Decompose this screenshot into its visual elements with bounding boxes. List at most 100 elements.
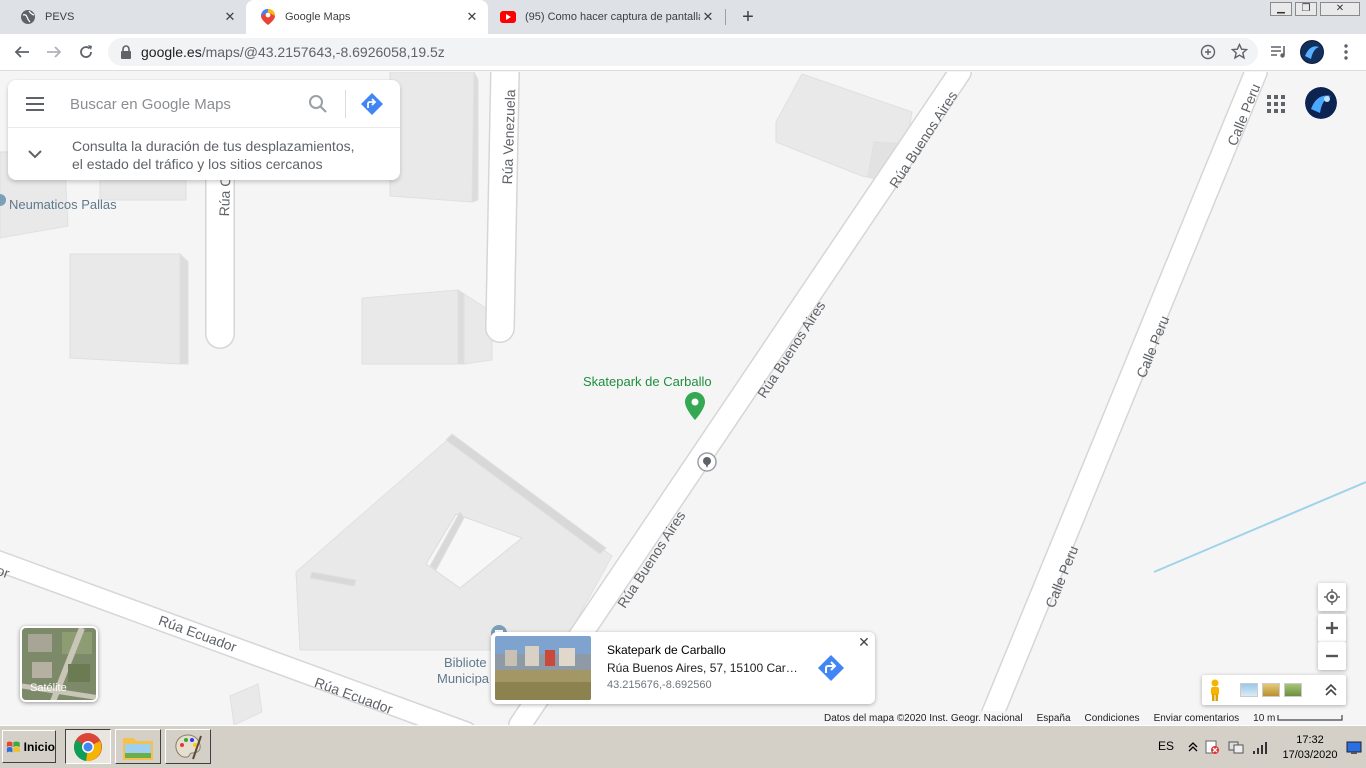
- close-tab-icon[interactable]: ✕: [700, 9, 716, 25]
- tray-expand-icon[interactable]: [1188, 741, 1198, 753]
- street-view-thumb-park[interactable]: [1284, 683, 1302, 697]
- back-button[interactable]: [12, 42, 32, 62]
- street-view-bar: [1202, 675, 1346, 705]
- search-divider: [345, 90, 346, 118]
- address-bar[interactable]: google.es/maps/@43.2157643,-8.6926058,19…: [108, 38, 1258, 66]
- new-tab-button[interactable]: +: [738, 7, 758, 27]
- terms-link[interactable]: Condiciones: [1085, 713, 1140, 724]
- arrow-left-icon: [14, 46, 29, 58]
- media-queue-icon[interactable]: [1269, 42, 1289, 62]
- tab-title: PEVS: [45, 11, 75, 23]
- skatepark-pin-icon[interactable]: [685, 392, 705, 425]
- reload-button[interactable]: [76, 42, 96, 62]
- bookmark-star-icon[interactable]: [1230, 42, 1249, 65]
- forward-button[interactable]: [44, 42, 64, 62]
- show-desktop-icon[interactable]: [1346, 741, 1362, 755]
- hamburger-menu-icon[interactable]: [25, 96, 45, 112]
- satellite-label: Satélite: [30, 682, 67, 694]
- pegman-icon[interactable]: [1208, 679, 1222, 701]
- satellite-layer-button[interactable]: Satélite: [20, 626, 98, 702]
- map-attribution: Datos del mapa ©2020 Inst. Geogr. Nacion…: [818, 711, 1366, 725]
- tab-title: (95) Como hacer captura de pantalla: [525, 11, 700, 23]
- street-view-thumb-field[interactable]: [1262, 683, 1280, 697]
- tab-youtube[interactable]: (95) Como hacer captura de pantalla ✕: [488, 0, 724, 34]
- arrow-right-icon: [47, 46, 62, 58]
- lock-icon: [121, 45, 131, 59]
- poi-marker-icon[interactable]: [0, 194, 6, 215]
- apps-grid-icon[interactable]: [1266, 94, 1286, 114]
- place-directions-icon[interactable]: [817, 654, 845, 682]
- tab-separator: [725, 9, 726, 25]
- building: [69, 253, 189, 365]
- tab-pevs[interactable]: PEVS ✕: [0, 0, 246, 34]
- building: [361, 289, 493, 365]
- search-icon[interactable]: [308, 94, 328, 114]
- taskbar-explorer[interactable]: [115, 729, 161, 764]
- search-box: [8, 80, 400, 128]
- feedback-link[interactable]: Enviar comentarios: [1154, 713, 1240, 724]
- tab-title: Google Maps: [285, 11, 351, 23]
- close-tab-icon[interactable]: ✕: [222, 9, 238, 25]
- place-card[interactable]: Skatepark de Carballo Rúa Buenos Aires, …: [491, 632, 875, 704]
- tab-google-maps[interactable]: Google Maps ✕: [246, 0, 488, 34]
- network-computer-icon[interactable]: [1228, 739, 1244, 755]
- poi-label-biblioteca[interactable]: Bibliote: [444, 655, 487, 670]
- scale-bar: [1277, 715, 1343, 721]
- paint-palette-icon: [175, 733, 202, 759]
- browser-menu-icon[interactable]: [1336, 42, 1356, 62]
- youtube-icon: [500, 9, 516, 25]
- building: [389, 72, 479, 203]
- poi-label-biblioteca[interactable]: Municipa: [437, 671, 489, 686]
- reload-icon: [80, 45, 92, 58]
- taskbar-chrome[interactable]: [65, 729, 111, 764]
- language-indicator[interactable]: ES: [1158, 739, 1174, 753]
- directions-icon[interactable]: [360, 92, 384, 116]
- place-name: Skatepark de Carballo: [607, 643, 726, 657]
- close-tab-icon[interactable]: ✕: [464, 9, 480, 25]
- restore-button[interactable]: ❐: [1295, 2, 1317, 16]
- road-label-venezuela: Rúa Venezuela: [499, 89, 519, 185]
- search-card: Consulta la duración de tus desplazamien…: [8, 80, 400, 180]
- minimize-button[interactable]: ▁: [1270, 2, 1292, 16]
- profile-avatar[interactable]: [1300, 40, 1324, 64]
- chrome-icon: [74, 732, 102, 761]
- clock-date: 17/03/2020: [1282, 749, 1338, 761]
- my-location-button[interactable]: [1318, 583, 1346, 611]
- url-text: google.es/maps/@43.2157643,-8.6926058,19…: [141, 44, 445, 60]
- tab-strip: PEVS ✕ Google Maps ✕ (95) Como hacer cap…: [0, 0, 1366, 34]
- chevron-down-icon[interactable]: [26, 145, 44, 163]
- folder-icon: [123, 737, 153, 760]
- close-window-button[interactable]: ✕: [1320, 2, 1360, 16]
- account-avatar[interactable]: [1305, 87, 1337, 119]
- poi-label-skatepark[interactable]: Skatepark de Carballo: [583, 374, 712, 389]
- action-center-flag-icon[interactable]: [1204, 739, 1220, 755]
- start-label: Inicio: [23, 739, 55, 754]
- search-input[interactable]: [70, 94, 290, 114]
- system-tray: ES 17:32 17/03/2020: [1150, 729, 1364, 765]
- zoom-out-button[interactable]: [1318, 642, 1346, 670]
- add-search-icon[interactable]: [1200, 44, 1216, 65]
- chevron-up-icon[interactable]: [1324, 683, 1338, 697]
- signal-bars-icon[interactable]: [1252, 739, 1270, 755]
- attribution-data: Datos del mapa ©2020 Inst. Geogr. Nacion…: [824, 712, 1023, 724]
- start-button[interactable]: Inicio: [2, 730, 56, 763]
- place-address: Rúa Buenos Aires, 57, 15100 Carballo: [607, 661, 803, 675]
- system-clock[interactable]: 17:32 17/03/2020: [1278, 733, 1342, 763]
- taskbar-paint[interactable]: [165, 729, 211, 764]
- poi-label-neumaticos[interactable]: Neumaticos Pallas: [9, 197, 117, 212]
- commute-hint[interactable]: Consulta la duración de tus desplazamien…: [8, 129, 400, 180]
- commute-hint-text: Consulta la duración de tus desplazamien…: [72, 138, 355, 172]
- attribution-country[interactable]: España: [1037, 713, 1071, 724]
- close-icon[interactable]: ✕: [857, 635, 871, 649]
- dropped-pin-icon[interactable]: [697, 452, 717, 477]
- maps-pin-icon: [260, 9, 276, 25]
- zoom-in-button[interactable]: [1318, 614, 1346, 642]
- location-target-icon: [1324, 589, 1340, 605]
- plus-icon: [1326, 622, 1338, 634]
- scale-label[interactable]: 10 m: [1253, 713, 1275, 724]
- street-view-thumb-sky[interactable]: [1240, 683, 1258, 697]
- browser-toolbar: google.es/maps/@43.2157643,-8.6926058,19…: [0, 34, 1366, 71]
- os-taskbar: Inicio ES 17:32 17/03/2020: [0, 725, 1366, 768]
- clock-time: 17:32: [1296, 734, 1324, 746]
- place-photo[interactable]: [495, 636, 591, 700]
